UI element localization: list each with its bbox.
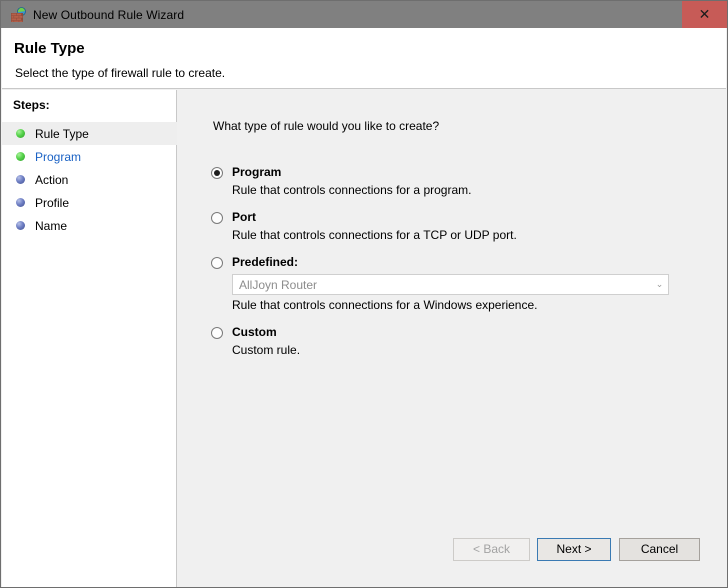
option-predefined: Predefined: AllJoyn Router ⌄ Rule that cont…	[211, 255, 711, 313]
radio-description-program: Rule that controls connections for a pro…	[232, 183, 472, 197]
radio-label-custom: Custom	[232, 325, 277, 339]
step-bullet-icon	[16, 198, 25, 207]
page-header: Rule Type Select the type of firewall ru…	[2, 28, 726, 89]
sidebar-step-program[interactable]: Program	[2, 145, 177, 168]
radio-label-port: Port	[232, 210, 256, 224]
footer-buttons: < Back Next > Cancel	[178, 526, 726, 587]
cancel-button[interactable]: Cancel	[619, 538, 700, 561]
radio-label-predefined: Predefined:	[232, 255, 299, 269]
question-label: What type of rule would you like to crea…	[213, 119, 440, 133]
sidebar-step-action[interactable]: Action	[2, 168, 177, 191]
window-title: New Outbound Rule Wizard	[33, 7, 185, 22]
option-program: Program Rule that controls connections fo…	[211, 165, 711, 198]
step-label: Name	[35, 218, 68, 233]
radio-predefined[interactable]	[211, 257, 223, 269]
radio-description-port: Rule that controls connections for a TCP…	[232, 228, 517, 242]
step-label: Program	[35, 149, 82, 164]
step-label: Action	[35, 172, 69, 187]
steps-sidebar: Steps: Rule Type Program Action Profile Name	[2, 90, 177, 587]
chevron-down-icon: ⌄	[655, 279, 664, 289]
steps-heading: Steps:	[13, 98, 50, 112]
back-button[interactable]: < Back	[453, 538, 530, 561]
step-bullet-icon	[16, 152, 25, 161]
title-bar: New Outbound Rule Wizard ✕	[1, 1, 727, 28]
radio-description-predefined: Rule that controls connections for a Win…	[232, 298, 538, 312]
radio-program[interactable]	[211, 167, 223, 179]
step-bullet-icon	[16, 221, 25, 230]
step-bullet-icon	[16, 175, 25, 184]
radio-row-port[interactable]: Port	[211, 210, 711, 225]
sidebar-step-profile[interactable]: Profile	[2, 191, 177, 214]
wizard-window: New Outbound Rule Wizard ✕ Rule Type Sel…	[0, 0, 728, 588]
sidebar-step-name[interactable]: Name	[2, 214, 177, 237]
step-label: Profile	[35, 195, 70, 210]
page-subtitle: Select the type of firewall rule to crea…	[15, 66, 226, 80]
rule-type-radio-group: Program Rule that controls connections fo…	[211, 165, 711, 370]
radio-custom[interactable]	[211, 327, 223, 339]
predefined-rule-dropdown[interactable]: AllJoyn Router ⌄	[232, 274, 669, 295]
radio-row-predefined[interactable]: Predefined:	[211, 255, 711, 270]
radio-port[interactable]	[211, 212, 223, 224]
page-title: Rule Type	[14, 40, 85, 57]
radio-row-program[interactable]: Program	[211, 165, 711, 180]
main-content: What type of rule would you like to crea…	[178, 90, 726, 587]
sidebar-step-rule-type[interactable]: Rule Type	[2, 122, 177, 145]
option-port: Port Rule that controls connections for a…	[211, 210, 711, 243]
firewall-brick-globe-icon	[10, 6, 26, 23]
predefined-rule-value: AllJoyn Router	[239, 277, 318, 292]
radio-description-custom: Custom rule.	[232, 343, 301, 357]
step-label: Rule Type	[35, 126, 89, 141]
option-custom: Custom Custom rule.	[211, 325, 711, 358]
body-area: Steps: Rule Type Program Action Profile Name…	[2, 90, 726, 587]
radio-row-custom[interactable]: Custom	[211, 325, 711, 340]
steps-list: Rule Type Program Action Profile Name	[2, 122, 177, 237]
close-icon[interactable]: ✕	[682, 1, 727, 28]
step-bullet-icon	[16, 129, 25, 138]
radio-label-program: Program	[232, 165, 282, 179]
next-button[interactable]: Next >	[537, 538, 611, 561]
